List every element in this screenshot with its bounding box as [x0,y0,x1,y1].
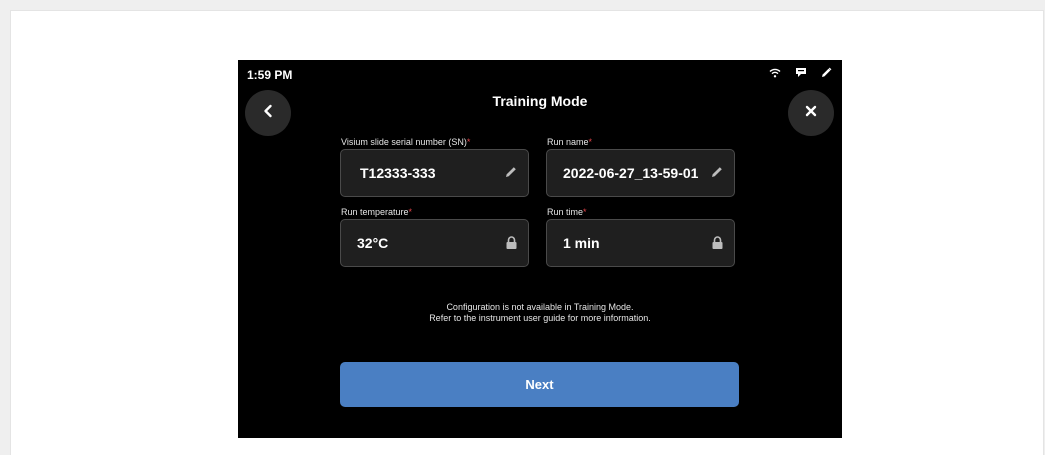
run-name-label-text: Run name [547,137,589,147]
run-name-value: 2022-06-27_13-59-01 [563,165,699,181]
required-marker: * [466,137,471,147]
close-button[interactable] [788,90,834,136]
run-temperature-field: 32°C [340,219,529,267]
status-icons [769,67,832,78]
required-marker: * [583,207,587,217]
temperature-label: Run temperature* [341,207,412,217]
status-time: 1:59 PM [247,68,293,82]
temperature-label-text: Run temperature [341,207,409,217]
chat-icon [795,67,807,78]
run-temperature-value: 32°C [357,235,389,251]
serial-label: Visium slide serial number (SN)* [341,137,470,147]
info-line-2: Refer to the instrument user guide for m… [429,313,651,323]
pencil-icon[interactable] [504,165,518,184]
info-message: Configuration is not available in Traini… [238,302,842,324]
info-line-1: Configuration is not available in Traini… [446,302,634,312]
run-time-label-text: Run time [547,207,584,217]
page-frame: 1:59 PM Training Mode Visium slide seria… [10,10,1044,455]
device-screen: 1:59 PM Training Mode Visium slide seria… [238,60,842,438]
run-time-field: 1 min [546,219,735,267]
pencil-icon [821,67,832,78]
required-marker: * [588,137,593,147]
lock-icon [505,235,518,255]
close-icon [805,104,817,122]
run-time-label: Run time* [547,207,587,217]
next-button[interactable]: Next [340,362,739,407]
serial-label-text: Visium slide serial number (SN) [341,137,467,147]
page-title: Training Mode [492,93,588,109]
serial-number-field[interactable]: T12333-333 [340,149,529,197]
lock-icon [711,235,724,255]
pencil-icon[interactable] [710,165,724,184]
run-name-field[interactable]: 2022-06-27_13-59-01 [546,149,735,197]
run-time-value: 1 min [563,235,600,251]
serial-number-value: T12333-333 [360,165,436,181]
wifi-icon [769,68,781,78]
run-name-label: Run name* [547,137,592,147]
required-marker: * [408,207,413,217]
